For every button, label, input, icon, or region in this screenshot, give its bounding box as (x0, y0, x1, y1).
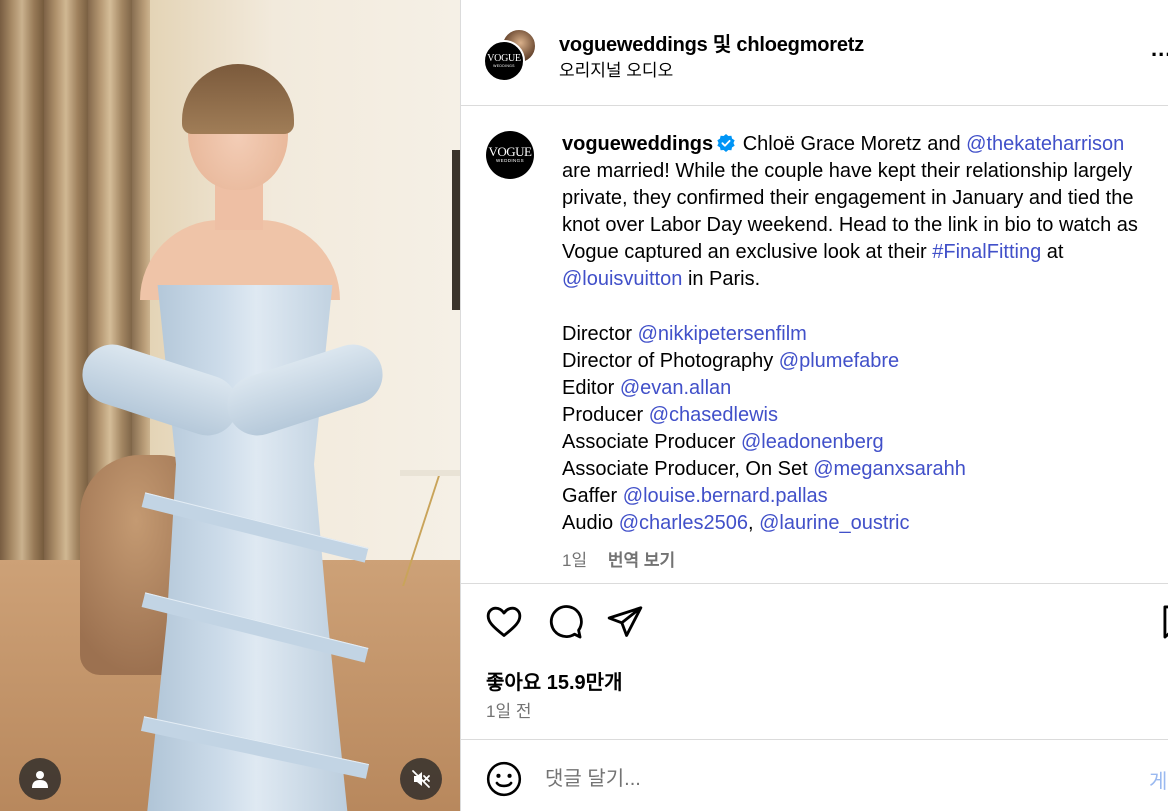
divider (461, 739, 1168, 740)
credit-role: Director of Photography (562, 350, 774, 372)
post-caption: vogueweddings Chloë Grace Moretz and @th… (562, 131, 1168, 293)
separator: , (748, 512, 754, 534)
credit-line: Audio @charles2506, @laurine_oustric (562, 510, 966, 537)
credit-role: Associate Producer, On Set (562, 458, 808, 480)
video-frame-picture (452, 150, 460, 310)
mention-link[interactable]: @evan.allan (620, 377, 731, 399)
credit-line: Director of Photography @plumefabre (562, 348, 966, 375)
share-icon[interactable] (606, 603, 644, 641)
credit-role: Gaffer (562, 485, 618, 507)
hashtag-link[interactable]: #FinalFitting (932, 241, 1041, 263)
caption-text: Chloë Grace Moretz and (742, 133, 961, 155)
mention-link[interactable]: @plumefabre (779, 350, 899, 372)
more-options-button[interactable]: ... (1151, 36, 1168, 62)
credit-line: Gaffer @louise.bernard.pallas (562, 483, 966, 510)
caption-avatar[interactable]: VOGUE WEDDINGS (486, 131, 534, 179)
tagged-users-button[interactable] (19, 758, 61, 800)
emoji-icon[interactable] (485, 760, 523, 798)
mention-link[interactable]: @louise.bernard.pallas (623, 485, 828, 507)
heart-icon[interactable] (485, 603, 523, 641)
mention-link[interactable]: @meganxsarahh (813, 458, 966, 480)
audio-label[interactable]: 오리지널 오디오 (559, 56, 673, 81)
like-count[interactable]: 좋아요 15.9만개 (486, 666, 622, 695)
caption-meta: 1일 번역 보기 (562, 546, 675, 571)
post-video[interactable] (0, 0, 460, 811)
credit-line: Producer @chasedlewis (562, 402, 966, 429)
credits-list: Director @nikkipetersenfilm Director of … (562, 321, 966, 537)
caption-text: knot over Labor Day weekend. Head to the… (562, 214, 1138, 236)
post-time[interactable]: 1일 전 (486, 697, 531, 722)
credit-role: Associate Producer (562, 431, 736, 453)
credit-line: Associate Producer @leadonenberg (562, 429, 966, 456)
see-translation-button[interactable]: 번역 보기 (608, 551, 675, 570)
post-header: VOGUE WEDDINGS vogueweddings 및 chloegmor… (461, 0, 1168, 106)
credit-line: Editor @evan.allan (562, 375, 966, 402)
vogue-logo-text: VOGUE (488, 144, 533, 159)
mention-link[interactable]: @laurine_oustric (759, 512, 909, 534)
mention-link[interactable]: @nikkipetersenfilm (638, 323, 807, 345)
credit-role: Editor (562, 377, 615, 399)
mention-link[interactable]: @thekateharrison (966, 133, 1124, 155)
caption-text: private, they confirmed their engagement… (562, 187, 1134, 209)
credit-role: Director (562, 323, 633, 345)
verified-badge-icon (717, 134, 735, 152)
comment-icon[interactable] (546, 603, 584, 641)
mention-link[interactable]: @chasedlewis (649, 404, 778, 426)
caption-text: Vogue captured an exclusive look at thei… (562, 241, 927, 263)
mute-toggle-button[interactable] (400, 758, 442, 800)
caption-text: in Paris. (687, 268, 761, 290)
weddings-logo-text: WEDDINGS (496, 158, 524, 163)
mention-link[interactable]: @charles2506 (619, 512, 748, 534)
video-frame-person (60, 60, 420, 811)
bookmark-icon[interactable] (1157, 603, 1168, 641)
avatar-vogueweddings[interactable]: VOGUE WEDDINGS (483, 40, 525, 82)
post-authors[interactable]: vogueweddings 및 chloegmoretz (559, 28, 864, 57)
credit-line: Director @nikkipetersenfilm (562, 321, 966, 348)
speaker-muted-icon (412, 770, 430, 788)
credit-role: Audio (562, 512, 614, 534)
user-icon (32, 771, 48, 788)
weddings-logo-text: WEDDINGS (493, 63, 515, 68)
divider (461, 583, 1168, 584)
collab-avatars[interactable]: VOGUE WEDDINGS (483, 28, 539, 82)
credit-role: Producer (562, 404, 644, 426)
caption-text: are married! While the couple have kept … (562, 160, 1133, 182)
vogue-logo-text: VOGUE (487, 52, 521, 64)
credit-line: Associate Producer, On Set @meganxsarahh (562, 456, 966, 483)
caption-username[interactable]: vogueweddings (562, 133, 713, 155)
post-comment-button[interactable]: 게 (1149, 765, 1167, 794)
mention-link[interactable]: @louisvuitton (562, 268, 682, 290)
comment-input[interactable] (545, 760, 1105, 798)
caption-text: at (1046, 241, 1064, 263)
mention-link[interactable]: @leadonenberg (741, 431, 884, 453)
post-details-panel: VOGUE WEDDINGS vogueweddings 및 chloegmor… (460, 0, 1168, 811)
caption-age: 1일 (562, 551, 588, 570)
